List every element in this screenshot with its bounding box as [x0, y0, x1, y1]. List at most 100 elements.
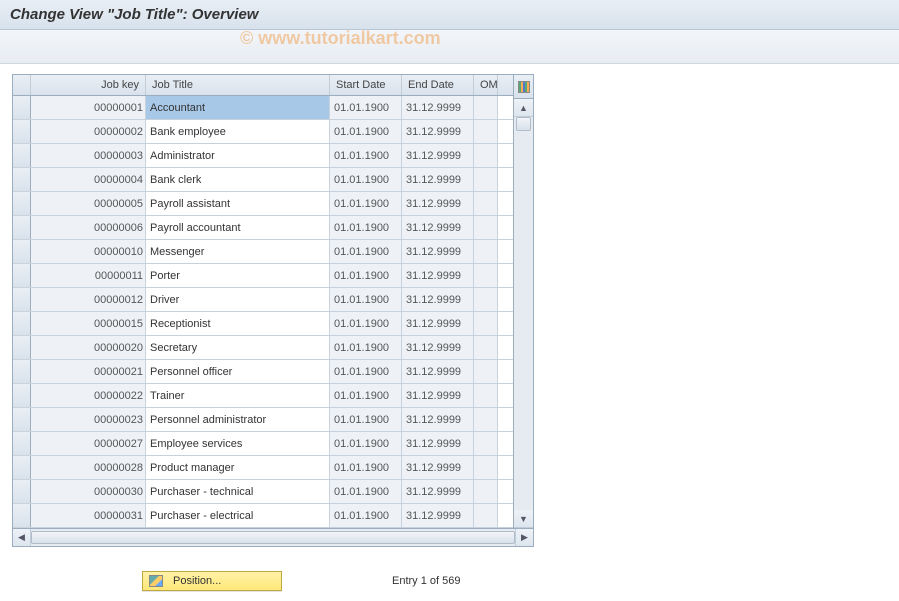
- column-header-job-title[interactable]: Job Title: [146, 75, 330, 95]
- row-selector[interactable]: [13, 288, 31, 311]
- cell-end-date[interactable]: 31.12.9999: [402, 192, 474, 215]
- cell-job-title[interactable]: Porter: [146, 264, 330, 287]
- cell-job-key[interactable]: 00000011: [31, 264, 146, 287]
- cell-job-title[interactable]: Payroll accountant: [146, 216, 330, 239]
- table-row[interactable]: 00000003Administrator01.01.190031.12.999…: [13, 144, 513, 168]
- cell-job-key[interactable]: 00000012: [31, 288, 146, 311]
- row-selector[interactable]: [13, 456, 31, 479]
- cell-end-date[interactable]: 31.12.9999: [402, 312, 474, 335]
- table-row[interactable]: 00000022Trainer01.01.190031.12.9999: [13, 384, 513, 408]
- row-selector[interactable]: [13, 264, 31, 287]
- cell-job-key[interactable]: 00000020: [31, 336, 146, 359]
- cell-om[interactable]: [474, 264, 498, 287]
- table-row[interactable]: 00000021Personnel officer01.01.190031.12…: [13, 360, 513, 384]
- table-row[interactable]: 00000030Purchaser - technical01.01.19003…: [13, 480, 513, 504]
- table-row[interactable]: 00000023Personnel administrator01.01.190…: [13, 408, 513, 432]
- cell-start-date[interactable]: 01.01.1900: [330, 240, 402, 263]
- table-row[interactable]: 00000005Payroll assistant01.01.190031.12…: [13, 192, 513, 216]
- cell-om[interactable]: [474, 408, 498, 431]
- cell-start-date[interactable]: 01.01.1900: [330, 480, 402, 503]
- table-row[interactable]: 00000010Messenger01.01.190031.12.9999: [13, 240, 513, 264]
- horizontal-scrollbar-track[interactable]: [31, 529, 515, 546]
- table-row[interactable]: 00000012Driver01.01.190031.12.9999: [13, 288, 513, 312]
- cell-end-date[interactable]: 31.12.9999: [402, 384, 474, 407]
- table-row[interactable]: 00000020Secretary01.01.190031.12.9999: [13, 336, 513, 360]
- cell-start-date[interactable]: 01.01.1900: [330, 432, 402, 455]
- cell-end-date[interactable]: 31.12.9999: [402, 240, 474, 263]
- vertical-scrollbar-track[interactable]: [514, 117, 533, 510]
- row-selector[interactable]: [13, 192, 31, 215]
- cell-start-date[interactable]: 01.01.1900: [330, 408, 402, 431]
- cell-om[interactable]: [474, 504, 498, 527]
- cell-end-date[interactable]: 31.12.9999: [402, 360, 474, 383]
- cell-start-date[interactable]: 01.01.1900: [330, 288, 402, 311]
- cell-start-date[interactable]: 01.01.1900: [330, 456, 402, 479]
- cell-job-title[interactable]: Purchaser - technical: [146, 480, 330, 503]
- cell-end-date[interactable]: 31.12.9999: [402, 504, 474, 527]
- cell-om[interactable]: [474, 312, 498, 335]
- cell-start-date[interactable]: 01.01.1900: [330, 336, 402, 359]
- cell-om[interactable]: [474, 144, 498, 167]
- cell-job-title[interactable]: Messenger: [146, 240, 330, 263]
- row-selector[interactable]: [13, 216, 31, 239]
- cell-om[interactable]: [474, 240, 498, 263]
- row-selector[interactable]: [13, 360, 31, 383]
- row-selector[interactable]: [13, 120, 31, 143]
- cell-start-date[interactable]: 01.01.1900: [330, 144, 402, 167]
- cell-start-date[interactable]: 01.01.1900: [330, 192, 402, 215]
- cell-end-date[interactable]: 31.12.9999: [402, 168, 474, 191]
- row-selector[interactable]: [13, 384, 31, 407]
- cell-om[interactable]: [474, 288, 498, 311]
- cell-job-key[interactable]: 00000028: [31, 456, 146, 479]
- row-selector[interactable]: [13, 168, 31, 191]
- table-row[interactable]: 00000011Porter01.01.190031.12.9999: [13, 264, 513, 288]
- cell-end-date[interactable]: 31.12.9999: [402, 432, 474, 455]
- cell-job-key[interactable]: 00000031: [31, 504, 146, 527]
- cell-job-key[interactable]: 00000023: [31, 408, 146, 431]
- row-selector[interactable]: [13, 432, 31, 455]
- row-selector[interactable]: [13, 312, 31, 335]
- table-row[interactable]: 00000028Product manager01.01.190031.12.9…: [13, 456, 513, 480]
- cell-end-date[interactable]: 31.12.9999: [402, 480, 474, 503]
- row-selector[interactable]: [13, 240, 31, 263]
- cell-start-date[interactable]: 01.01.1900: [330, 168, 402, 191]
- cell-om[interactable]: [474, 336, 498, 359]
- cell-om[interactable]: [474, 480, 498, 503]
- position-button[interactable]: Position...: [142, 571, 282, 591]
- row-selector[interactable]: [13, 504, 31, 527]
- cell-end-date[interactable]: 31.12.9999: [402, 216, 474, 239]
- cell-end-date[interactable]: 31.12.9999: [402, 96, 474, 119]
- table-row[interactable]: 00000001Accountant01.01.190031.12.9999: [13, 96, 513, 120]
- cell-end-date[interactable]: 31.12.9999: [402, 456, 474, 479]
- cell-end-date[interactable]: 31.12.9999: [402, 336, 474, 359]
- cell-om[interactable]: [474, 360, 498, 383]
- cell-om[interactable]: [474, 192, 498, 215]
- vertical-scrollbar-thumb[interactable]: [516, 117, 531, 131]
- cell-end-date[interactable]: 31.12.9999: [402, 264, 474, 287]
- cell-job-key[interactable]: 00000003: [31, 144, 146, 167]
- cell-end-date[interactable]: 31.12.9999: [402, 144, 474, 167]
- cell-om[interactable]: [474, 120, 498, 143]
- row-selector[interactable]: [13, 480, 31, 503]
- cell-om[interactable]: [474, 456, 498, 479]
- scroll-right-button[interactable]: ▶: [515, 529, 533, 546]
- table-row[interactable]: 00000002Bank employee01.01.190031.12.999…: [13, 120, 513, 144]
- cell-job-title[interactable]: Receptionist: [146, 312, 330, 335]
- row-selector[interactable]: [13, 96, 31, 119]
- scroll-up-button[interactable]: ▲: [514, 99, 533, 117]
- cell-job-key[interactable]: 00000006: [31, 216, 146, 239]
- table-row[interactable]: 00000006Payroll accountant01.01.190031.1…: [13, 216, 513, 240]
- cell-end-date[interactable]: 31.12.9999: [402, 120, 474, 143]
- cell-job-title[interactable]: Administrator: [146, 144, 330, 167]
- table-row[interactable]: 00000027Employee services01.01.190031.12…: [13, 432, 513, 456]
- cell-job-key[interactable]: 00000002: [31, 120, 146, 143]
- column-header-selector[interactable]: [13, 75, 31, 95]
- cell-end-date[interactable]: 31.12.9999: [402, 408, 474, 431]
- cell-start-date[interactable]: 01.01.1900: [330, 216, 402, 239]
- cell-job-title[interactable]: Driver: [146, 288, 330, 311]
- table-row[interactable]: 00000031Purchaser - electrical01.01.1900…: [13, 504, 513, 528]
- cell-start-date[interactable]: 01.01.1900: [330, 120, 402, 143]
- cell-job-key[interactable]: 00000010: [31, 240, 146, 263]
- table-row[interactable]: 00000015Receptionist01.01.190031.12.9999: [13, 312, 513, 336]
- row-selector[interactable]: [13, 336, 31, 359]
